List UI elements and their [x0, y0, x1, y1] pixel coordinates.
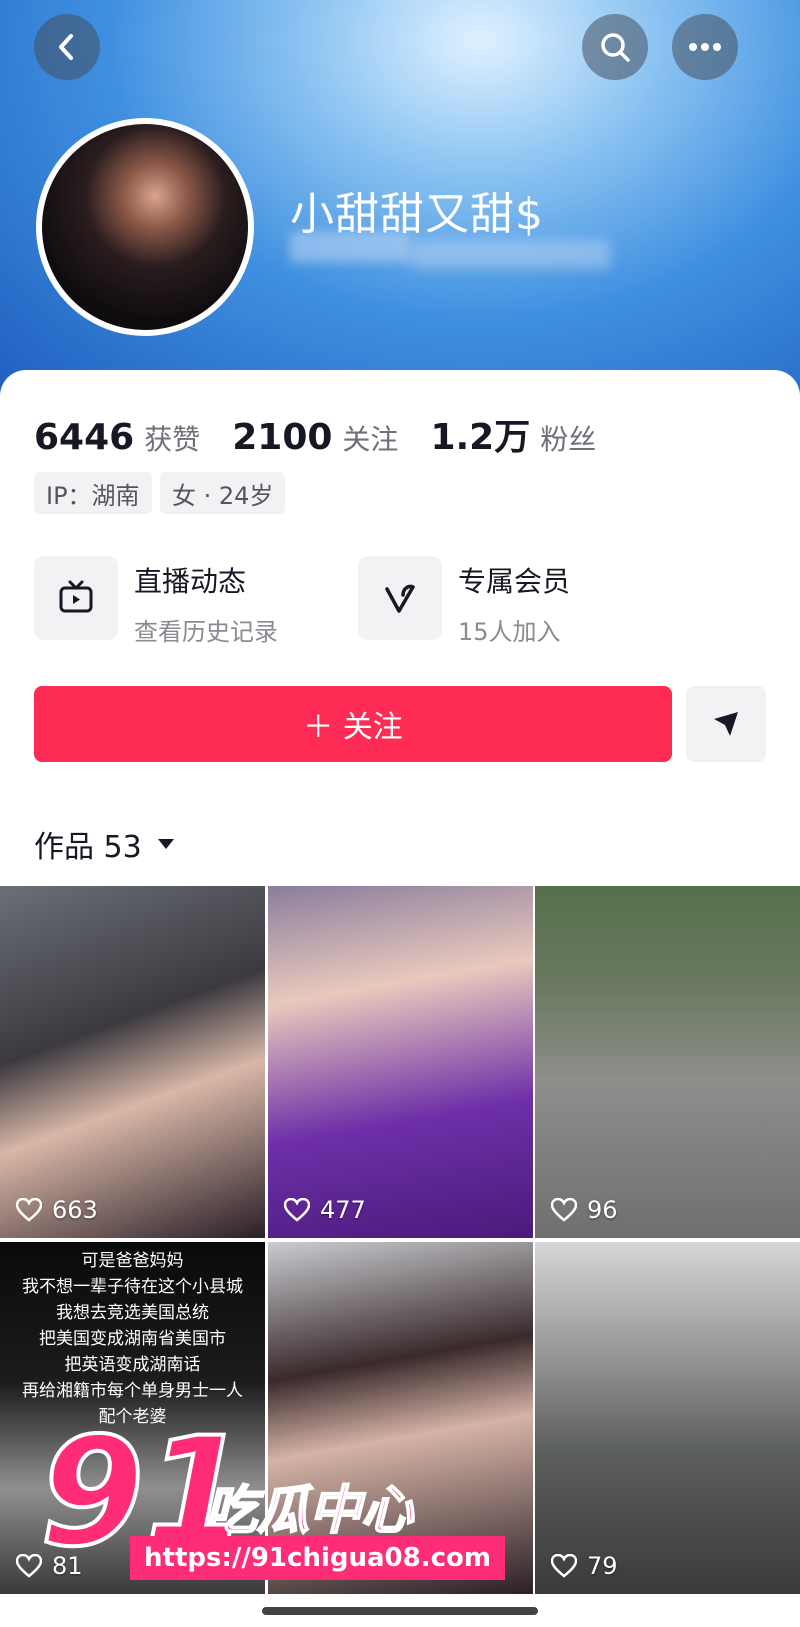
- blurred-id: [290, 232, 410, 262]
- membership-subtitle: 15人加入: [458, 618, 561, 646]
- video-likes: 663: [16, 1196, 98, 1224]
- live-subtitle: 查看历史记录: [134, 618, 278, 646]
- search-button[interactable]: [582, 14, 648, 80]
- likes-label: 获赞: [144, 423, 201, 456]
- chevron-left-icon: [59, 34, 73, 60]
- v-heart-icon: [358, 556, 442, 640]
- back-button[interactable]: [34, 14, 100, 80]
- avatar-photo: [42, 124, 248, 330]
- video-likes-count: 477: [320, 1196, 366, 1224]
- video-likes-count: 79: [587, 1552, 618, 1580]
- ip-tag: IP：湖南: [34, 472, 152, 514]
- heart-icon: [16, 1198, 42, 1222]
- membership-entry[interactable]: 专属会员 15人加入: [358, 556, 570, 647]
- likes-count: 6446: [34, 417, 135, 458]
- heart-icon: [16, 1554, 42, 1578]
- caption-line: 我不想一辈子待在这个小县城: [22, 1277, 243, 1297]
- video-thumb[interactable]: 96: [535, 886, 800, 1238]
- stats-row: 6446 获赞 2100 关注 1.2万 粉丝: [34, 408, 628, 460]
- home-indicator[interactable]: [262, 1607, 538, 1615]
- heart-icon: [551, 1198, 577, 1222]
- followers-count[interactable]: 1.2万: [430, 408, 530, 460]
- video-thumb[interactable]: 79: [535, 1242, 800, 1594]
- video-thumb[interactable]: 477: [268, 886, 533, 1238]
- gender-age-tag: 女 · 24岁: [160, 472, 286, 514]
- watermark-url: https://91chigua08.com: [130, 1536, 505, 1580]
- message-button[interactable]: [686, 686, 766, 762]
- send-icon: [714, 712, 738, 736]
- heart-icon: [284, 1198, 310, 1222]
- heart-icon: [551, 1554, 577, 1578]
- blurred-bio: [410, 240, 610, 268]
- video-thumb[interactable]: 663: [0, 886, 265, 1238]
- caret-down-icon: [157, 839, 174, 849]
- followers-label[interactable]: 粉丝: [540, 418, 596, 458]
- live-history-entry[interactable]: 直播动态 查看历史记录: [34, 556, 278, 647]
- following-count[interactable]: 2100: [232, 417, 332, 458]
- caption-line: 可是爸爸妈妈: [81, 1251, 184, 1271]
- membership-title: 专属会员: [458, 565, 571, 598]
- site-watermark: 91 吃瓜中心 https://91chigua08.com: [38, 1416, 505, 1588]
- more-dots-icon: [689, 43, 721, 51]
- video-likes: 477: [284, 1196, 366, 1224]
- follow-button[interactable]: ＋ 关注: [34, 686, 672, 762]
- caption-line: 我想去竞选美国总统: [56, 1303, 209, 1323]
- caption-line: 再给湘籍市每个单身男士一人: [22, 1381, 243, 1401]
- video-likes-count: 96: [587, 1196, 618, 1224]
- caption-line: 把美国变成湖南省美国市: [39, 1329, 226, 1349]
- caption-line: 把英语变成湖南话: [64, 1355, 201, 1375]
- live-title: 直播动态: [134, 565, 247, 598]
- video-caption: 可是爸爸妈妈 我不想一辈子待在这个小县城 我想去竞选美国总统 把美国变成湖南省美…: [0, 1248, 265, 1430]
- video-likes-count: 663: [52, 1196, 98, 1224]
- watermark-title: 吃瓜中心: [204, 1480, 414, 1542]
- search-icon: [601, 33, 630, 62]
- works-tab[interactable]: 作品 53: [34, 822, 176, 866]
- video-likes: 96: [551, 1196, 618, 1224]
- tv-icon: [34, 556, 118, 640]
- video-likes: 79: [551, 1552, 618, 1580]
- following-label[interactable]: 关注: [342, 418, 398, 458]
- works-label: 作品 53: [34, 830, 142, 865]
- avatar[interactable]: [36, 118, 254, 336]
- more-button[interactable]: [672, 14, 738, 80]
